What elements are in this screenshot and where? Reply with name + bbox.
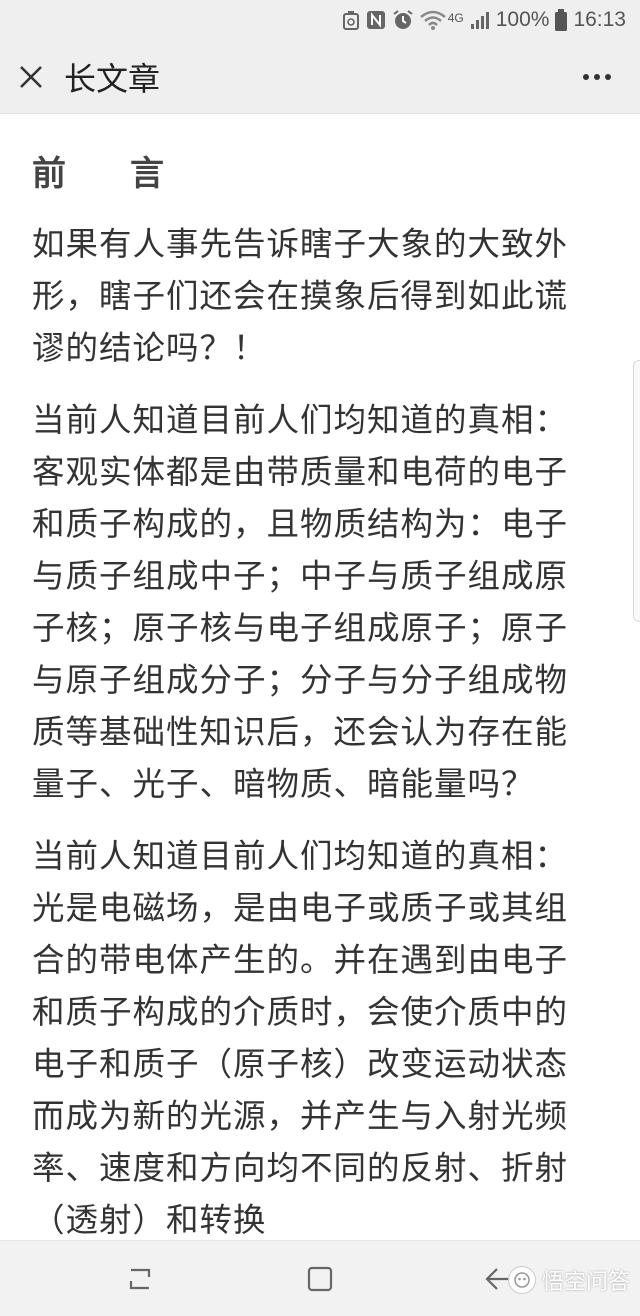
scroll-handle[interactable]: [633, 360, 640, 622]
article-paragraph: 当前人知道目前人们均知道的真相：客观实体都是由带质量和电荷的电子和质子构成的，且…: [32, 401, 569, 803]
wukong-logo-icon: [507, 1266, 536, 1294]
watermark: 悟空问答: [507, 1264, 630, 1296]
more-button[interactable]: [572, 40, 622, 114]
article-paragraph: 如果有人事先告诉瞎子大象的大致外形，瞎子们还会在摸象后得到如此谎谬的结论吗？！: [32, 225, 569, 367]
status-bar: 4G 100% 16:13: [0, 0, 640, 40]
more-icon: [583, 74, 611, 80]
network-type: 4G: [447, 11, 464, 25]
home-button[interactable]: [280, 1241, 360, 1316]
title-bar: 长文章: [0, 40, 640, 114]
wifi-icon: [419, 8, 446, 32]
battery-icon: [555, 8, 568, 32]
nfc-icon: [366, 8, 386, 32]
clock: 16:13: [573, 8, 626, 31]
close-icon: [20, 65, 42, 88]
close-button[interactable]: [0, 40, 62, 114]
watermark-text: 悟空问答: [541, 1270, 630, 1295]
article-content[interactable]: 前言 如果有人事先告诉瞎子大象的大致外形，瞎子们还会在摸象后得到如此谎谬的结论吗…: [0, 114, 640, 1240]
recycle-icon: [342, 8, 360, 32]
alarm-icon: [392, 8, 414, 32]
article-heading: 前言: [32, 154, 228, 194]
recent-apps-button[interactable]: [100, 1241, 180, 1316]
battery-percent: 100%: [495, 8, 550, 31]
article-paragraph: 当前人知道目前人们均知道的真相：光是电磁场，是由电子或质子或其组合的带电体产生的…: [32, 837, 569, 1239]
home-icon: [307, 1266, 333, 1292]
screen: 4G 100% 16:13 长文章 前言 如果有人事先告诉瞎子大象的大致外形，瞎…: [0, 0, 640, 1316]
signal-icon: [470, 8, 490, 32]
recent-apps-icon: [129, 1268, 151, 1290]
page-title: 长文章: [64, 59, 161, 98]
